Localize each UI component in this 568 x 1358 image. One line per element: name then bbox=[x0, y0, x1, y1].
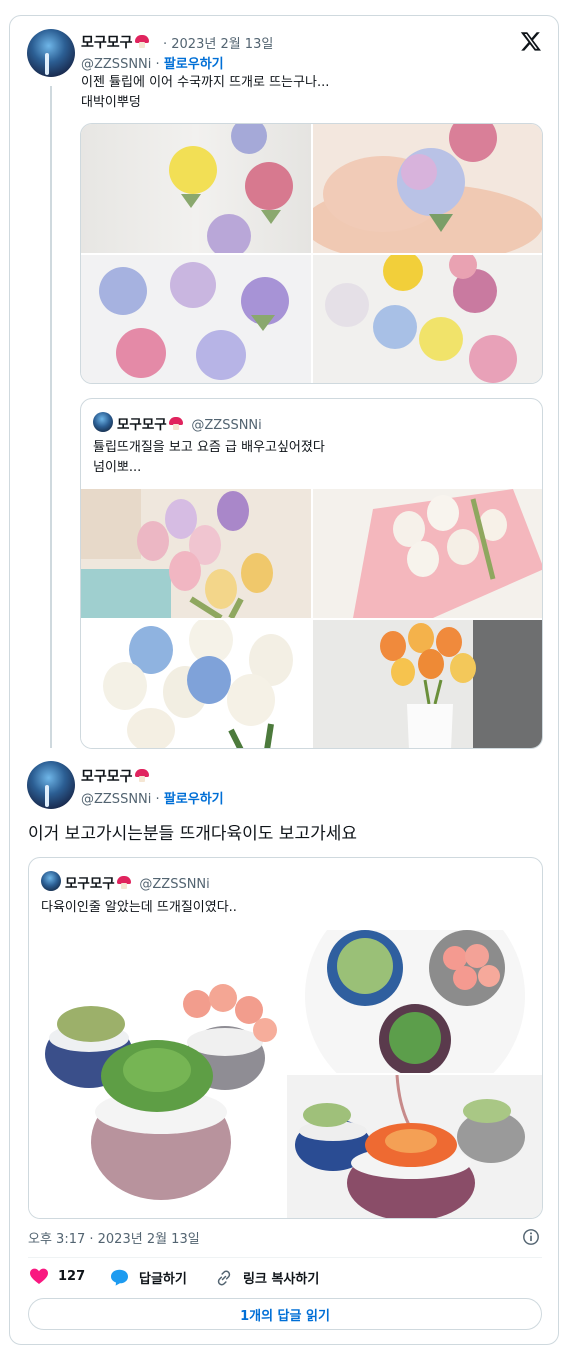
avatar[interactable] bbox=[27, 761, 75, 809]
quoted-tweet[interactable]: 모구모구 @ZZSSNNi 다육이인줄 알았는데 뜨개질이였다.. bbox=[28, 857, 543, 1219]
avatar[interactable] bbox=[93, 412, 113, 432]
separator-dot: · bbox=[155, 57, 160, 72]
author-handle: @ZZSSNNi bbox=[139, 877, 210, 892]
quoted-author-name: 모구모구 @ZZSSNNi bbox=[117, 413, 262, 433]
like-count: 127 bbox=[58, 1269, 86, 1284]
reply-button[interactable]: 답글하기 bbox=[110, 1268, 187, 1287]
tulip-photo-2[interactable] bbox=[313, 489, 543, 618]
mushroom-emoji-icon bbox=[134, 35, 149, 48]
hydrangea-photo-2[interactable] bbox=[313, 124, 543, 253]
follow-link[interactable]: 팔로우하기 bbox=[164, 57, 224, 72]
hydrangea-photo-3[interactable] bbox=[81, 255, 311, 384]
succulent-photo-2[interactable] bbox=[287, 930, 543, 1073]
speech-bubble-icon bbox=[111, 1269, 128, 1286]
reply-label: 답글하기 bbox=[139, 1272, 187, 1287]
mushroom-emoji-icon bbox=[134, 769, 149, 782]
like-button[interactable]: 127 bbox=[30, 1268, 85, 1285]
author-name[interactable]: 모구모구 bbox=[81, 32, 149, 52]
separator-dot: · bbox=[155, 792, 160, 807]
author-name-text: 모구모구 bbox=[81, 35, 133, 51]
tweet-text-line: 이젠 튤립에 이어 수국까지 뜨개로 뜨는구나... bbox=[81, 75, 330, 90]
tulip-photo-4[interactable] bbox=[313, 620, 543, 749]
tulip-photo-1[interactable] bbox=[81, 489, 311, 618]
hydrangea-photo-1[interactable] bbox=[81, 124, 311, 253]
quoted-text-line: 튤립뜨개질을 보고 요즘 급 배우고싶어졌다 bbox=[93, 440, 325, 455]
media-grid bbox=[80, 123, 543, 384]
mushroom-emoji-icon bbox=[116, 876, 131, 889]
copy-link-button[interactable]: 링크 복사하기 bbox=[215, 1268, 319, 1287]
tulip-photo-3[interactable] bbox=[81, 620, 311, 749]
tweet-text-line: 대박이뿌덩 bbox=[81, 95, 141, 110]
author-handle[interactable]: @ZZSSNNi bbox=[81, 792, 151, 807]
succulent-photo-1[interactable] bbox=[29, 930, 285, 1219]
avatar[interactable] bbox=[41, 871, 61, 891]
copy-link-label: 링크 복사하기 bbox=[243, 1272, 320, 1287]
tweet-date[interactable]: · 2023년 2월 13일 bbox=[163, 33, 273, 52]
handle-follow-line: @ZZSSNNi · 팔로우하기 bbox=[81, 53, 224, 72]
quoted-text-line: 넘이뽀... bbox=[93, 460, 142, 475]
avatar[interactable] bbox=[27, 29, 75, 77]
tweet-timestamp[interactable]: 오후 3:17 · 2023년 2월 13일 bbox=[28, 1228, 200, 1247]
heart-icon bbox=[30, 1268, 48, 1284]
author-name[interactable]: 모구모구 bbox=[81, 766, 149, 786]
author-name-text: 모구모구 bbox=[117, 417, 167, 433]
embedded-tweet-card: 모구모구 · 2023년 2월 13일 @ZZSSNNi · 팔로우하기 이젠 … bbox=[9, 15, 559, 1345]
author-handle: @ZZSSNNi bbox=[191, 418, 262, 433]
tweet-text: 이젠 튤립에 이어 수국까지 뜨개로 뜨는구나... 대박이뿌덩 bbox=[81, 73, 329, 113]
tweet-text: 이거 보고가시는분들 뜨개다육이도 보고가세요 bbox=[28, 824, 358, 844]
author-name-text: 모구모구 bbox=[81, 769, 133, 785]
link-icon bbox=[217, 1270, 231, 1285]
divider bbox=[28, 1257, 542, 1258]
quoted-tweet[interactable]: 모구모구 @ZZSSNNi 튤립뜨개질을 보고 요즘 급 배우고싶어졌다 넘이뽀… bbox=[80, 398, 543, 749]
handle-follow-line: @ZZSSNNi · 팔로우하기 bbox=[81, 788, 224, 807]
thread-connector-line bbox=[50, 86, 52, 748]
quoted-author-name: 모구모구 @ZZSSNNi bbox=[65, 872, 210, 892]
mushroom-emoji-icon bbox=[168, 417, 183, 430]
info-icon[interactable] bbox=[522, 1228, 540, 1246]
quoted-text: 다육이인줄 알았는데 뜨개질이였다.. bbox=[41, 900, 237, 915]
succulent-photo-3[interactable] bbox=[287, 1075, 543, 1219]
hydrangea-photo-4[interactable] bbox=[313, 255, 543, 384]
quoted-text: 튤립뜨개질을 보고 요즘 급 배우고싶어졌다 넘이뽀... bbox=[93, 438, 325, 478]
x-logo-icon[interactable] bbox=[520, 30, 542, 52]
follow-link[interactable]: 팔로우하기 bbox=[164, 792, 224, 807]
author-name-text: 모구모구 bbox=[65, 876, 115, 892]
author-handle[interactable]: @ZZSSNNi bbox=[81, 57, 151, 72]
read-replies-button[interactable]: 1개의 답글 읽기 bbox=[28, 1298, 542, 1330]
